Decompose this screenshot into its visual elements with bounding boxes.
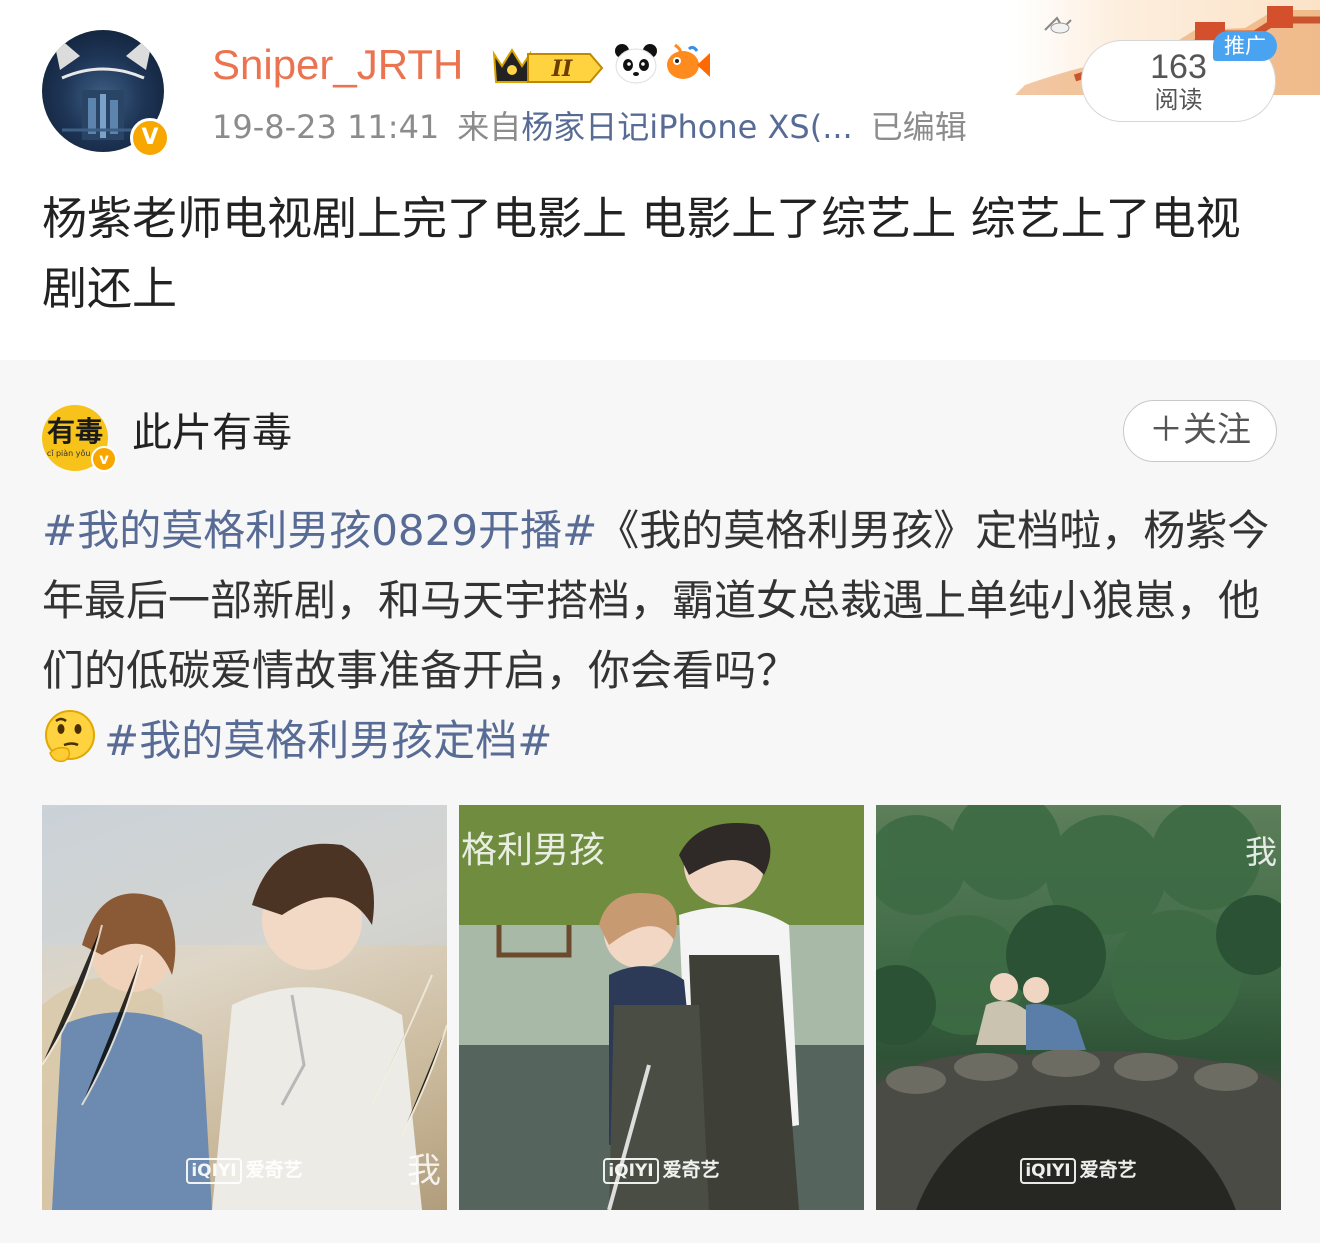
repost-author-logo-text: 有毒 <box>46 415 103 448</box>
iqiyi-logo: iQIYI <box>603 1158 659 1184</box>
repost-body-text: #我的莫格利男孩0829开播#《我的莫格利男孩》定档啦，杨紫今年最后一部新剧，和… <box>42 496 1282 776</box>
repost-verified-badge: v <box>91 446 117 472</box>
photo-2-watermark: iQIYI 爱奇艺 <box>459 1155 864 1184</box>
photo-thumbnail-1[interactable]: 我 iQIYI 爱奇艺 <box>42 805 447 1210</box>
iqiyi-logo: iQIYI <box>186 1158 242 1184</box>
watermark-text: 爱奇艺 <box>662 1159 720 1181</box>
panda-icon <box>615 44 657 84</box>
read-label: 阅读 <box>1154 86 1203 114</box>
follow-button[interactable]: ＋关注 <box>1123 400 1277 462</box>
photo-3-scene <box>876 805 1281 1210</box>
photo-thumbnail-3[interactable]: 我 iQIYI 爱奇艺 <box>876 805 1281 1210</box>
goldfish-icon <box>667 43 710 79</box>
photo-1-scene <box>42 805 447 1210</box>
photo-1-watermark: iQIYI 爱奇艺 <box>42 1155 447 1184</box>
repost-card[interactable]: 有毒 cǐ piàn yǒu dú v 此片有毒 ＋关注 #我的莫格利男孩082… <box>0 360 1320 1243</box>
post-timestamp: 19-8-23 11:41 <box>212 108 440 146</box>
repost-author-name[interactable]: 此片有毒 <box>132 408 292 458</box>
photo-3-title-fragment: 我 <box>1244 833 1277 871</box>
photo-2-title-fragment: 格利男孩 <box>461 830 606 871</box>
photo-3-watermark: iQIYI 爱奇艺 <box>876 1155 1281 1184</box>
edited-label[interactable]: 已编辑 <box>871 108 967 146</box>
photo-thumbnail-2[interactable]: 格利男孩 iQIYI 爱奇艺 <box>459 805 864 1210</box>
source-prefix: 来自 <box>457 108 522 146</box>
iqiyi-logo: iQIYI <box>1020 1158 1076 1184</box>
vip-level-text: II <box>551 56 573 82</box>
vip-crown-icon[interactable]: II <box>492 44 604 86</box>
watermark-text: 爱奇艺 <box>245 1159 303 1181</box>
verified-badge: V <box>130 118 170 158</box>
thinking-emoji-icon <box>45 710 95 763</box>
hashtag-link-2[interactable]: #我的莫格利男孩定档# <box>104 716 552 765</box>
username[interactable]: Sniper_JRTH <box>212 40 463 90</box>
hashtag-link[interactable]: #我的莫格利男孩0829开播# <box>42 506 597 555</box>
post-meta: 19-8-23 11:41 来自杨家日记iPhone XS(... 已编辑 <box>212 106 967 148</box>
weibo-post-screen: V Sniper_JRTH II 19-8-23 11:41 来自杨家日记iPh… <box>0 0 1320 1243</box>
watermark-text: 爱奇艺 <box>1079 1159 1137 1181</box>
source-link[interactable]: 杨家日记iPhone XS(... <box>521 108 852 146</box>
promo-tag[interactable]: 推广 <box>1213 31 1277 61</box>
post-body-text: 杨紫老师电视剧上完了电影上 电影上了综艺上 综艺上了电视剧还上 <box>42 192 1241 315</box>
post-card: V Sniper_JRTH II 19-8-23 11:41 来自杨家日记iPh… <box>0 0 1320 360</box>
